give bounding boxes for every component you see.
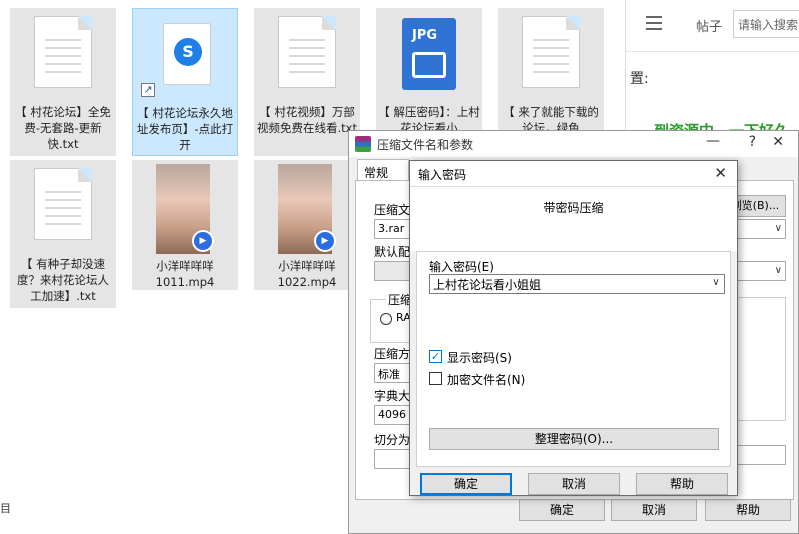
video-thumbnail: ▶ bbox=[156, 164, 214, 254]
file-item[interactable]: 【 村花论坛】全免费-无套路-更新快.txt bbox=[10, 8, 116, 156]
status-bar-text: 目 bbox=[0, 502, 11, 515]
video-thumbnail: ▶ bbox=[278, 164, 336, 254]
text-file-icon bbox=[34, 16, 92, 88]
dialog-heading: 带密码压缩 bbox=[543, 201, 604, 215]
dialog-title: 压缩文件名和参数 bbox=[377, 138, 474, 152]
tab-posts[interactable]: 帖子 bbox=[696, 16, 722, 35]
file-item[interactable]: 【 村花视频】万部视频免费在线看.txt bbox=[254, 8, 360, 156]
method-label: 压缩方 bbox=[374, 347, 411, 361]
file-name: 小洋咩咩咩1022.mp4 bbox=[277, 259, 337, 289]
page-text: 置: bbox=[630, 71, 649, 87]
file-item[interactable]: 【 有种子却没速度？来村花论坛人工加速】.txt bbox=[10, 160, 116, 308]
cancel-button[interactable]: 取消 bbox=[611, 499, 697, 521]
help-icon[interactable]: ? bbox=[749, 134, 756, 150]
dialog-titlebar[interactable]: 压缩文件名和参数 — ? ✕ bbox=[349, 131, 798, 157]
file-item[interactable]: ▶ 小洋咩咩咩1022.mp4 bbox=[254, 160, 360, 290]
dictionary-label: 字典大 bbox=[374, 389, 411, 403]
browser-topbar: 帖子 请输入搜索 bbox=[626, 0, 799, 52]
text-file-icon bbox=[522, 16, 580, 88]
tab-general[interactable]: 常规 bbox=[357, 159, 409, 181]
minimize-button[interactable]: — bbox=[706, 133, 720, 149]
play-icon: ▶ bbox=[192, 230, 214, 252]
password-value: 上村花论坛看小姐姐 bbox=[433, 278, 542, 292]
password-panel: 输入密码(E) 上村花论坛看小姐姐 ∨ ✓ 显示密码(S) 加密文件名(N) 整… bbox=[416, 251, 731, 467]
chevron-down-icon: ∨ bbox=[774, 223, 782, 234]
encrypt-filenames-label: 加密文件名(N) bbox=[447, 373, 526, 387]
file-name: 【 村花论坛永久地址发布页】-点此打开 bbox=[136, 106, 234, 152]
format-rar-radio[interactable] bbox=[380, 313, 392, 325]
file-name: 【 有种子却没速度？来村花论坛人工加速】.txt bbox=[17, 257, 109, 303]
close-button[interactable]: ✕ bbox=[772, 134, 784, 150]
split-label: 切分为 bbox=[374, 433, 411, 447]
help-button[interactable]: 帮助 bbox=[705, 499, 791, 521]
image-file-icon: JPG bbox=[402, 18, 456, 90]
password-label: 输入密码(E) bbox=[429, 260, 494, 274]
ok-button[interactable]: 确定 bbox=[519, 499, 605, 521]
dialog-titlebar[interactable]: 输入密码 ✕ bbox=[410, 161, 737, 187]
shortcut-arrow-icon: ↗ bbox=[141, 83, 155, 97]
winrar-icon bbox=[355, 136, 371, 152]
default-profile-label: 默认配 bbox=[374, 245, 411, 259]
show-password-label: 显示密码(S) bbox=[447, 351, 512, 365]
file-name: 【 村花论坛】全免费-无套路-更新快.txt bbox=[15, 105, 111, 151]
play-icon: ▶ bbox=[314, 230, 336, 252]
close-button[interactable]: ✕ bbox=[714, 164, 727, 182]
ok-button[interactable]: 确定 bbox=[420, 473, 512, 495]
show-password-checkbox[interactable]: ✓ bbox=[429, 350, 442, 363]
dialog-title: 输入密码 bbox=[418, 168, 467, 182]
password-dialog: 输入密码 ✕ 带密码压缩 输入密码(E) 上村花论坛看小姐姐 ∨ ✓ 显示密码(… bbox=[409, 160, 738, 496]
search-input[interactable]: 请输入搜索 bbox=[733, 10, 799, 38]
file-item[interactable]: ▶ 小洋咩咩咩1011.mp4 bbox=[132, 160, 238, 290]
archive-name-label: 压缩文 bbox=[374, 203, 411, 217]
chevron-down-icon[interactable]: ∨ bbox=[709, 277, 723, 288]
file-name: 【 村花视频】万部视频免费在线看.txt bbox=[257, 105, 357, 135]
file-item[interactable]: S ↗ 【 村花论坛永久地址发布页】-点此打开 bbox=[132, 8, 238, 156]
organize-passwords-button[interactable]: 整理密码(O)... bbox=[429, 428, 719, 450]
password-input[interactable]: 上村花论坛看小姐姐 ∨ bbox=[429, 274, 725, 294]
dialog-header: 带密码压缩 bbox=[410, 187, 737, 251]
menu-icon[interactable] bbox=[646, 16, 662, 30]
encrypt-filenames-checkbox[interactable] bbox=[429, 372, 442, 385]
text-file-icon bbox=[278, 16, 336, 88]
file-name: 小洋咩咩咩1011.mp4 bbox=[155, 259, 215, 289]
text-file-icon bbox=[34, 168, 92, 240]
cancel-button[interactable]: 取消 bbox=[528, 473, 620, 495]
chevron-down-icon: ∨ bbox=[774, 265, 782, 276]
help-button[interactable]: 帮助 bbox=[636, 473, 728, 495]
sogou-browser-icon: S bbox=[163, 23, 211, 85]
